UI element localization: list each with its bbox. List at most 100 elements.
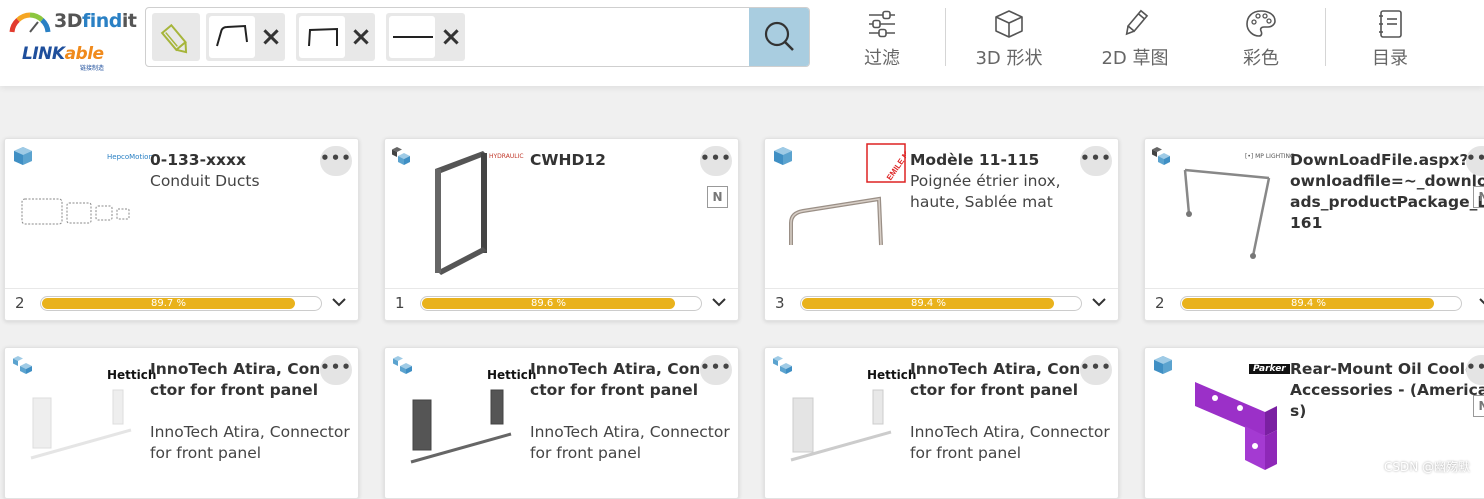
- result-card[interactable]: Hettich InnoTech Atira, Connector for fr…: [384, 347, 739, 499]
- match-score-bar: 89.6 %: [420, 296, 702, 311]
- cube-part-icon: [1154, 356, 1172, 374]
- assembly-icon: [393, 356, 412, 374]
- remove-chip-button[interactable]: ×: [348, 22, 374, 52]
- 3d-shape-button[interactable]: 3D 形状: [959, 8, 1059, 74]
- sliders-icon: [869, 10, 895, 38]
- square-corner-sketch-icon: [299, 16, 345, 58]
- match-score-bar: 89.7 %: [40, 296, 322, 311]
- result-title[interactable]: Rear-Mount Oil Cooler Accessories - (Ame…: [1290, 359, 1484, 422]
- toolbar-divider: [1325, 8, 1326, 66]
- new-badge: N: [1473, 395, 1484, 417]
- cube-part-icon: [14, 147, 32, 165]
- product-thumbnail: [789, 196, 883, 246]
- logo-linkable: LINKable: [22, 44, 104, 64]
- logo[interactable]: 3Dfindit LINKable 链接制造: [8, 8, 137, 72]
- pencil-icon: [1125, 9, 1149, 36]
- result-card[interactable]: Hettich InnoTech Atira, Connector for fr…: [4, 347, 359, 499]
- new-badge: N: [707, 186, 728, 208]
- watermark: CSDN @幽殇默: [1383, 460, 1470, 474]
- product-thumbnail: [410, 389, 512, 464]
- result-subtitle: InnoTech Atira, Connector for front pane…: [150, 423, 350, 462]
- more-options-button[interactable]: •••: [1080, 146, 1112, 176]
- result-card[interactable]: Parker Rear-Mount Oil Cooler Accessories…: [1144, 347, 1484, 499]
- result-card[interactable]: HYDRAULIC CWHD12 ••• N 1 89.6 %: [384, 138, 739, 321]
- result-rank: 2: [15, 294, 25, 312]
- product-thumbnail: [30, 389, 132, 460]
- result-subtitle: Conduit Ducts: [150, 172, 260, 190]
- remove-chip-button[interactable]: ×: [258, 22, 284, 52]
- 2d-sketch-button[interactable]: 2D 草图: [1085, 8, 1185, 74]
- remove-chip-button[interactable]: ×: [438, 22, 464, 52]
- chevron-down-icon[interactable]: [1478, 295, 1484, 309]
- palette-icon: [1246, 10, 1276, 37]
- color-label: 彩色: [1243, 48, 1279, 69]
- result-rank: 3: [775, 294, 785, 312]
- result-card[interactable]: EMILE MAURIN Modèle 11-115 Poignée étrie…: [764, 138, 1119, 321]
- product-thumbnail: [435, 151, 487, 275]
- logo-3dfindit: 3Dfindit: [54, 10, 137, 32]
- catalog-icon: [1379, 10, 1402, 38]
- 3d-shape-label: 3D 形状: [975, 48, 1043, 69]
- more-options-button[interactable]: •••: [320, 355, 352, 385]
- result-subtitle: InnoTech Atira, Connector for front pane…: [530, 423, 730, 462]
- sketch-chip-line[interactable]: ×: [386, 13, 465, 61]
- new-badge: N: [1473, 186, 1484, 208]
- result-rank: 2: [1155, 294, 1165, 312]
- color-button[interactable]: 彩色: [1211, 8, 1311, 74]
- result-card[interactable]: Hettich InnoTech Atira, Connector for fr…: [764, 347, 1119, 499]
- result-footer: 2 89.4 %: [1145, 288, 1484, 320]
- gauge-logo-icon: [9, 12, 51, 33]
- brand-logo: HepcoMotion: [107, 153, 153, 161]
- assembly-icon: [392, 147, 410, 165]
- more-options-button[interactable]: •••: [700, 355, 732, 385]
- chevron-down-icon[interactable]: [331, 295, 347, 309]
- result-footer: 2 89.7 %: [5, 288, 358, 320]
- catalog-button[interactable]: 目录: [1340, 8, 1440, 74]
- sketch-search-bar[interactable]: × × ×: [145, 7, 810, 67]
- result-rank: 1: [395, 294, 405, 312]
- result-footer: 1 89.6 %: [385, 288, 738, 320]
- straight-line-sketch-icon: [389, 16, 435, 58]
- match-score-text: 89.7 %: [151, 298, 186, 309]
- assembly-icon: [773, 356, 792, 374]
- logo-subtitle: 链接制造: [80, 65, 105, 72]
- pencil-icon: [160, 23, 188, 54]
- brand-logo: [•] MP LIGHTING: [1245, 153, 1295, 160]
- result-card[interactable]: [•] MP LIGHTING DownLoadFile.aspx?Downlo…: [1144, 138, 1484, 321]
- more-options-button[interactable]: •••: [320, 146, 352, 176]
- match-score-bar: 89.4 %: [1180, 296, 1462, 311]
- filter-button[interactable]: 过滤: [832, 8, 932, 74]
- more-options-button[interactable]: •••: [700, 146, 732, 176]
- product-thumbnail: [1183, 168, 1271, 259]
- chevron-down-icon[interactable]: [711, 295, 727, 309]
- assembly-icon: [13, 356, 32, 374]
- chevron-down-icon[interactable]: [1091, 295, 1107, 309]
- sketch-chip-square-corner[interactable]: ×: [296, 13, 375, 61]
- filter-label: 过滤: [864, 48, 900, 69]
- match-score-bar: 89.4 %: [800, 296, 1082, 311]
- catalog-label: 目录: [1372, 48, 1408, 69]
- product-thumbnail: [790, 389, 892, 462]
- cube-part-icon: [774, 147, 792, 165]
- emile-maurin-logo: EMILE MAURIN: [866, 143, 906, 183]
- result-subtitle: InnoTech Atira, Connector for front pane…: [910, 423, 1110, 462]
- match-score-text: 89.4 %: [1291, 298, 1326, 309]
- top-header: 3Dfindit LINKable 链接制造 × × × 过滤 3D 形状 2D…: [0, 0, 1484, 86]
- match-score-text: 89.6 %: [531, 298, 566, 309]
- curved-corner-sketch-icon: [209, 16, 255, 58]
- search-button[interactable]: [749, 8, 809, 66]
- search-icon: [764, 21, 794, 51]
- brand-logo: Parker: [1249, 364, 1290, 374]
- more-options-button[interactable]: •••: [1080, 355, 1112, 385]
- toolbar-divider: [945, 8, 946, 66]
- sketch-chip-curved-corner[interactable]: ×: [206, 13, 285, 61]
- result-title[interactable]: DownLoadFile.aspx?Downloadfile=~_downloa…: [1290, 150, 1484, 234]
- result-subtitle: Poignée étrier inox, haute, Sablée mat: [910, 172, 1061, 211]
- match-score-text: 89.4 %: [911, 298, 946, 309]
- 2d-sketch-label: 2D 草图: [1101, 48, 1169, 69]
- product-thumbnail: [1195, 382, 1277, 470]
- product-thumbnail: [21, 198, 130, 225]
- sketch-pencil-button[interactable]: [152, 13, 200, 61]
- result-card[interactable]: HepcoMotion 0-133-xxxx Conduit Ducts •••…: [4, 138, 359, 321]
- cube-icon: [995, 10, 1023, 38]
